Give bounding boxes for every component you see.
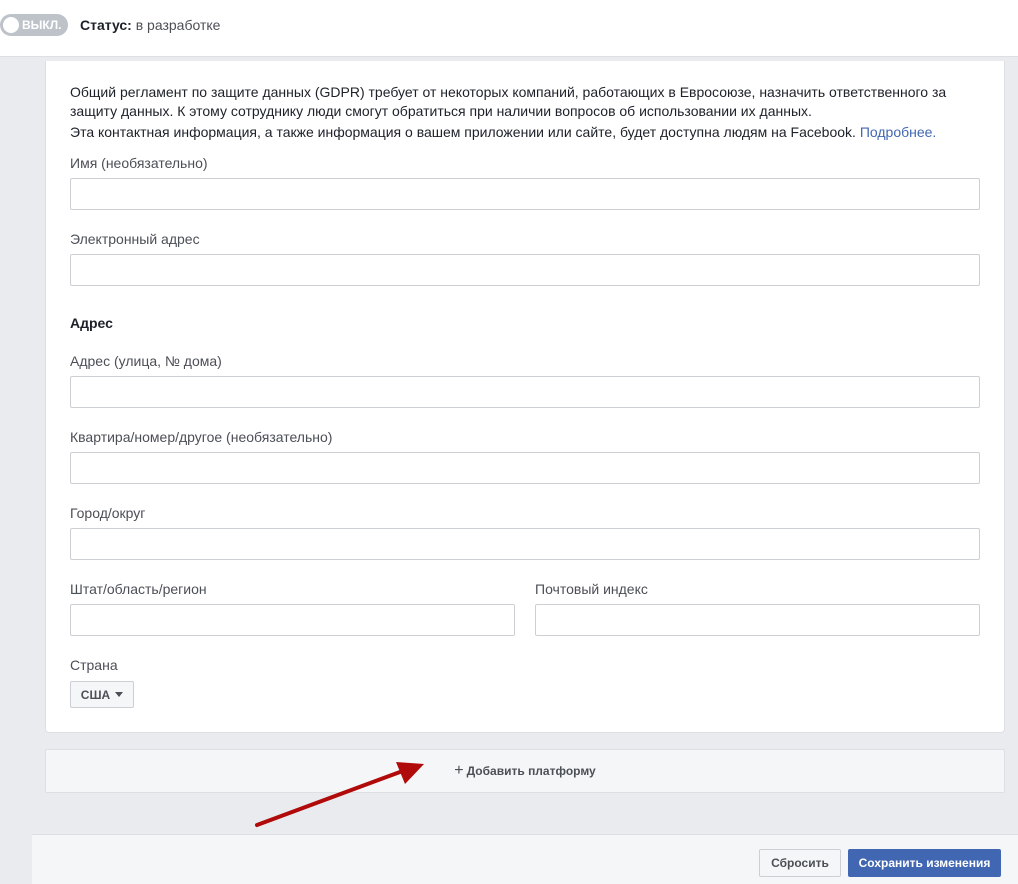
reset-button[interactable]: Сбросить <box>759 849 841 877</box>
state-label: Штат/область/регион <box>70 581 207 597</box>
toggle-knob <box>3 17 19 33</box>
street-label: Адрес (улица, № дома) <box>70 353 222 369</box>
zip-label: Почтовый индекс <box>535 581 648 597</box>
state-field[interactable] <box>70 604 515 636</box>
status-label: Статус: <box>80 17 132 33</box>
email-label: Электронный адрес <box>70 231 200 247</box>
gdpr-intro: Общий регламент по защите данных (GDPR) … <box>70 83 970 142</box>
dpo-form-card: Общий регламент по защите данных (GDPR) … <box>45 61 1005 733</box>
top-bar: ВЫКЛ. Статус: в разработке <box>0 0 1018 57</box>
plus-icon: + <box>454 762 464 779</box>
save-changes-button[interactable]: Сохранить изменения <box>848 849 1001 877</box>
country-select[interactable]: США <box>70 681 134 708</box>
footer-bar: Сбросить Сохранить изменения <box>32 834 1018 884</box>
name-label: Имя (необязательно) <box>70 155 208 171</box>
email-field[interactable] <box>70 254 980 286</box>
city-label: Город/округ <box>70 505 146 521</box>
intro-text-2: Эта контактная информация, а также инфор… <box>70 123 970 142</box>
country-label: Страна <box>70 657 118 673</box>
status-value: в разработке <box>135 17 221 33</box>
city-field[interactable] <box>70 528 980 560</box>
toggle-label: ВЫКЛ. <box>22 18 62 32</box>
name-field[interactable] <box>70 178 980 210</box>
country-value: США <box>80 687 111 702</box>
app-status: Статус: в разработке <box>80 17 220 33</box>
address-section-title: Адрес <box>70 315 113 331</box>
add-platform-label: Добавить платформу <box>466 764 596 778</box>
learn-more-link[interactable]: Подробнее. <box>860 124 937 140</box>
apartment-field[interactable] <box>70 452 980 484</box>
chevron-down-icon <box>115 692 124 697</box>
add-platform-button[interactable]: + Добавить платформу <box>45 749 1005 793</box>
intro-text-2-body: Эта контактная информация, а также инфор… <box>70 124 856 140</box>
apartment-label: Квартира/номер/другое (необязательно) <box>70 429 333 445</box>
street-field[interactable] <box>70 376 980 408</box>
zip-field[interactable] <box>535 604 980 636</box>
status-toggle[interactable]: ВЫКЛ. <box>0 14 68 36</box>
intro-text-1: Общий регламент по защите данных (GDPR) … <box>70 84 947 119</box>
